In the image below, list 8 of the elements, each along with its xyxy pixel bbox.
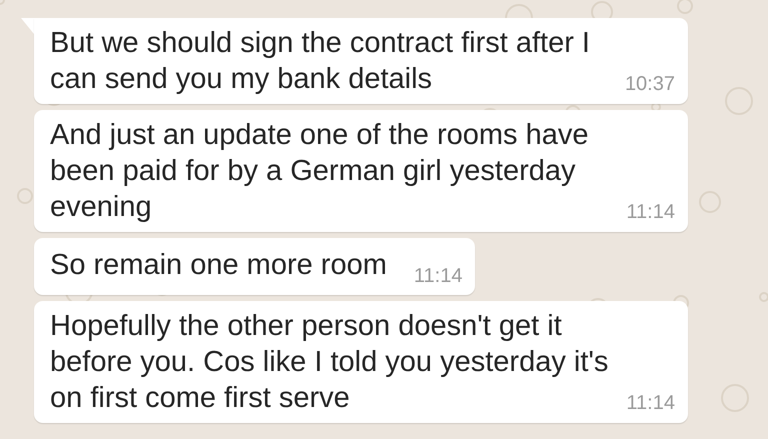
message-text: Hopefully the other person doesn't get it before you. Cos like I told you yesterday it's on first come first serve xyxy=(50,309,608,416)
message-text: And just an update one of the rooms have been paid for by a German girl yesterday evening xyxy=(50,118,588,225)
message-text: But we should sign the contract first after I can send you my bank details xyxy=(50,26,590,97)
message-text: So remain one more room xyxy=(50,248,387,283)
message-time: 11:14 xyxy=(626,392,675,414)
message-time: 11:14 xyxy=(626,201,675,223)
message-time: 11:14 xyxy=(414,265,462,287)
message-time: 10:37 xyxy=(624,73,675,95)
